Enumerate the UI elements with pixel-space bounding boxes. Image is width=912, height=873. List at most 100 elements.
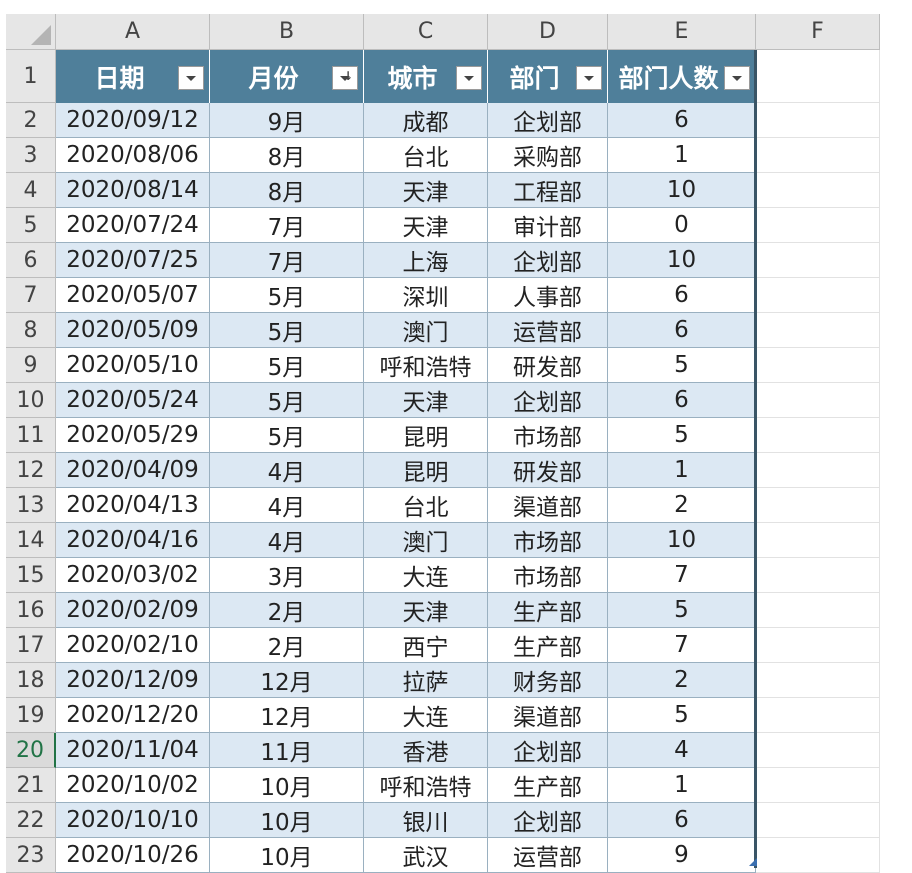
table-cell[interactable]: 生产部 <box>488 593 608 628</box>
table-cell[interactable]: 1 <box>608 138 756 173</box>
table-cell[interactable]: 8月 <box>210 173 364 208</box>
table-cell[interactable]: 企划部 <box>488 733 608 768</box>
row-header-5[interactable]: 5 <box>6 208 56 243</box>
empty-cell[interactable] <box>756 313 880 348</box>
table-cell[interactable]: 12月 <box>210 698 364 733</box>
table-cell[interactable]: 澳门 <box>364 523 488 558</box>
table-cell[interactable]: 2020/04/13 <box>56 488 210 523</box>
row-header-16[interactable]: 16 <box>6 593 56 628</box>
table-cell[interactable]: 6 <box>608 103 756 138</box>
table-cell[interactable]: 2月 <box>210 628 364 663</box>
table-cell[interactable]: 5月 <box>210 278 364 313</box>
row-header-6[interactable]: 6 <box>6 243 56 278</box>
table-cell[interactable]: 2020/07/24 <box>56 208 210 243</box>
empty-cell[interactable] <box>756 523 880 558</box>
table-cell[interactable]: 2020/04/16 <box>56 523 210 558</box>
table-cell[interactable]: 财务部 <box>488 663 608 698</box>
table-cell[interactable]: 6 <box>608 803 756 838</box>
table-cell[interactable]: 天津 <box>364 208 488 243</box>
row-header-21[interactable]: 21 <box>6 768 56 803</box>
table-cell[interactable]: 企划部 <box>488 803 608 838</box>
table-cell[interactable]: 5 <box>608 348 756 383</box>
row-header-2[interactable]: 2 <box>6 103 56 138</box>
row-header-8[interactable]: 8 <box>6 313 56 348</box>
table-cell[interactable]: 上海 <box>364 243 488 278</box>
table-cell[interactable]: 1 <box>608 453 756 488</box>
table-cell[interactable]: 2020/05/29 <box>56 418 210 453</box>
empty-cell[interactable] <box>756 663 880 698</box>
column-header-c[interactable]: C <box>364 14 488 50</box>
row-header-14[interactable]: 14 <box>6 523 56 558</box>
table-cell[interactable]: 2020/12/20 <box>56 698 210 733</box>
table-cell[interactable]: 2020/03/02 <box>56 558 210 593</box>
empty-cell[interactable] <box>756 50 880 103</box>
empty-cell[interactable] <box>756 698 880 733</box>
row-header-12[interactable]: 12 <box>6 453 56 488</box>
table-cell[interactable]: 8月 <box>210 138 364 173</box>
row-header-1[interactable]: 1 <box>6 50 56 103</box>
filter-button[interactable] <box>456 66 482 90</box>
table-cell[interactable]: 西宁 <box>364 628 488 663</box>
empty-cell[interactable] <box>756 558 880 593</box>
table-cell[interactable]: 市场部 <box>488 523 608 558</box>
table-cell[interactable]: 企划部 <box>488 383 608 418</box>
table-cell[interactable]: 10 <box>608 243 756 278</box>
table-cell[interactable]: 呼和浩特 <box>364 768 488 803</box>
table-cell[interactable]: 工程部 <box>488 173 608 208</box>
empty-cell[interactable] <box>756 803 880 838</box>
row-header-20[interactable]: 20 <box>6 733 56 768</box>
table-cell[interactable]: 银川 <box>364 803 488 838</box>
table-cell[interactable]: 2月 <box>210 593 364 628</box>
empty-cell[interactable] <box>756 593 880 628</box>
table-cell[interactable]: 台北 <box>364 138 488 173</box>
table-cell[interactable]: 2020/11/04 <box>56 733 210 768</box>
table-header-4[interactable]: 部门 <box>488 50 608 103</box>
row-header-19[interactable]: 19 <box>6 698 56 733</box>
table-cell[interactable]: 市场部 <box>488 558 608 593</box>
table-cell[interactable]: 10月 <box>210 803 364 838</box>
table-cell[interactable]: 6 <box>608 313 756 348</box>
table-cell[interactable]: 天津 <box>364 173 488 208</box>
column-header-d[interactable]: D <box>488 14 608 50</box>
empty-cell[interactable] <box>756 453 880 488</box>
table-cell[interactable]: 渠道部 <box>488 698 608 733</box>
empty-cell[interactable] <box>756 488 880 523</box>
table-cell[interactable]: 1 <box>608 768 756 803</box>
table-cell[interactable]: 10 <box>608 173 756 208</box>
table-cell[interactable]: 7月 <box>210 208 364 243</box>
table-cell[interactable]: 4 <box>608 733 756 768</box>
table-cell[interactable]: 2020/02/09 <box>56 593 210 628</box>
filter-button[interactable] <box>576 66 602 90</box>
table-cell[interactable]: 5月 <box>210 313 364 348</box>
table-cell[interactable]: 天津 <box>364 383 488 418</box>
column-header-b[interactable]: B <box>210 14 364 50</box>
table-cell[interactable]: 5 <box>608 593 756 628</box>
row-header-22[interactable]: 22 <box>6 803 56 838</box>
empty-cell[interactable] <box>756 628 880 663</box>
select-all-button[interactable] <box>6 14 56 50</box>
table-cell[interactable]: 2020/09/12 <box>56 103 210 138</box>
row-header-7[interactable]: 7 <box>6 278 56 313</box>
table-cell[interactable]: 2020/04/09 <box>56 453 210 488</box>
table-cell[interactable]: 台北 <box>364 488 488 523</box>
table-cell[interactable]: 昆明 <box>364 418 488 453</box>
table-cell[interactable]: 2020/05/07 <box>56 278 210 313</box>
table-cell[interactable]: 2020/10/02 <box>56 768 210 803</box>
row-header-15[interactable]: 15 <box>6 558 56 593</box>
table-cell[interactable]: 拉萨 <box>364 663 488 698</box>
table-cell[interactable]: 2020/05/24 <box>56 383 210 418</box>
empty-cell[interactable] <box>756 173 880 208</box>
empty-cell[interactable] <box>756 383 880 418</box>
table-cell[interactable]: 5月 <box>210 418 364 453</box>
table-cell[interactable]: 研发部 <box>488 348 608 383</box>
table-cell[interactable]: 采购部 <box>488 138 608 173</box>
row-header-9[interactable]: 9 <box>6 348 56 383</box>
table-cell[interactable]: 2020/10/10 <box>56 803 210 838</box>
table-cell[interactable]: 6 <box>608 278 756 313</box>
table-cell[interactable]: 生产部 <box>488 768 608 803</box>
table-cell[interactable]: 11月 <box>210 733 364 768</box>
table-cell[interactable]: 2020/02/10 <box>56 628 210 663</box>
table-cell[interactable]: 天津 <box>364 593 488 628</box>
row-header-18[interactable]: 18 <box>6 663 56 698</box>
table-cell[interactable]: 5月 <box>210 348 364 383</box>
